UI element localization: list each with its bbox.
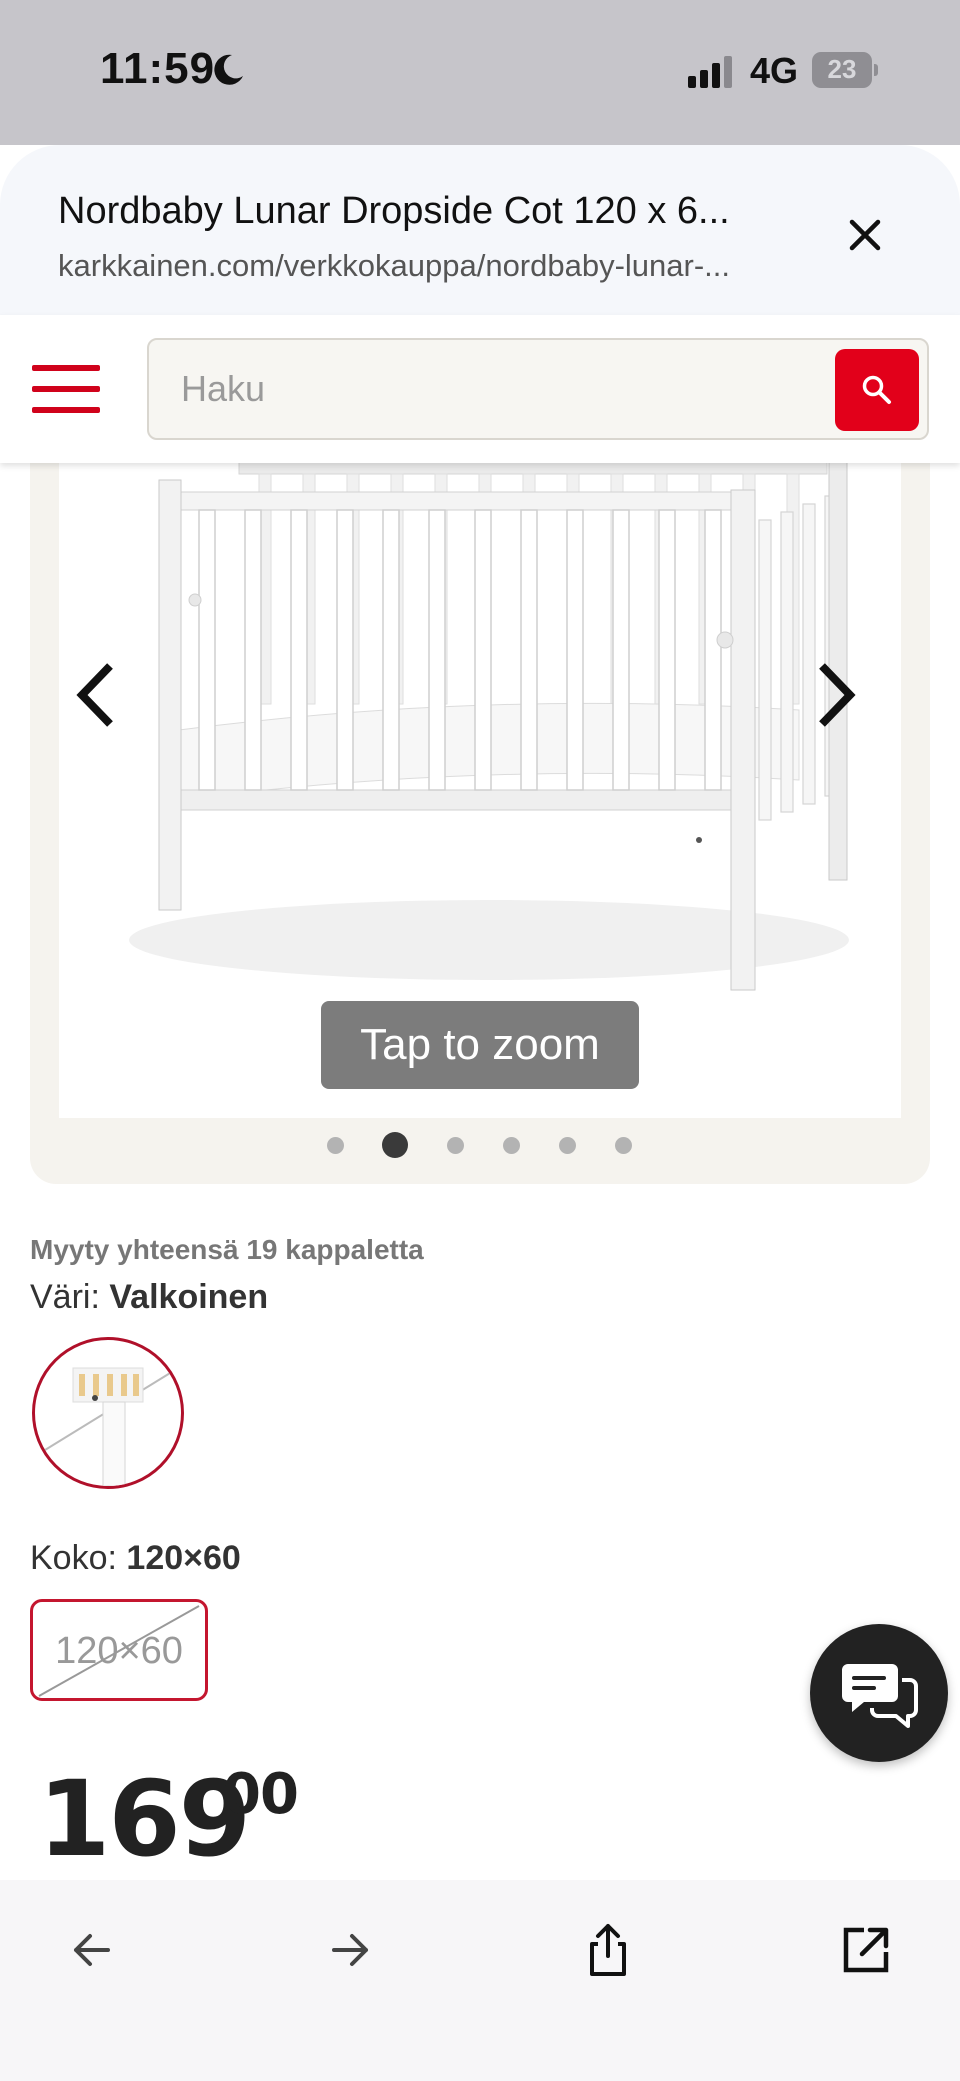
size-option-button[interactable]: 120×60	[30, 1599, 208, 1701]
color-label: Väri:	[30, 1278, 100, 1316]
moon-icon	[214, 54, 243, 85]
page-url[interactable]: karkkainen.com/verkkokauppa/nordbaby-lun…	[58, 248, 788, 284]
previous-image-arrow-icon[interactable]	[72, 660, 122, 730]
size-value: 120×60	[126, 1539, 241, 1577]
site-header	[0, 315, 960, 463]
gallery-dot[interactable]	[615, 1137, 632, 1154]
search-icon	[862, 375, 891, 404]
gallery-dot-active[interactable]	[382, 1132, 408, 1158]
search-bar	[147, 338, 929, 440]
color-swatch-white[interactable]	[32, 1337, 184, 1489]
arrow-right-icon[interactable]	[320, 1920, 380, 1980]
next-image-arrow-icon[interactable]	[810, 660, 860, 730]
size-selection-label: Koko: 120×60	[30, 1539, 241, 1578]
unavailable-strike-line	[38, 1605, 200, 1697]
open-external-icon[interactable]	[836, 1920, 896, 1980]
hamburger-menu-icon[interactable]	[32, 365, 100, 413]
arrow-left-icon[interactable]	[62, 1920, 122, 1980]
chat-icon	[842, 1664, 918, 1728]
share-icon[interactable]	[578, 1920, 638, 1980]
color-selection-label: Väri: Valkoinen	[30, 1278, 268, 1317]
gallery-pagination-dots	[0, 1130, 960, 1160]
price-cents: 00	[222, 1762, 299, 1827]
gallery-dot[interactable]	[503, 1137, 520, 1154]
gallery-dot[interactable]	[447, 1137, 464, 1154]
page-title: Nordbaby Lunar Dropside Cot 120 x 6...	[58, 190, 730, 232]
crib-thumbnail	[44, 1367, 176, 1486]
battery-icon: 23	[812, 52, 878, 88]
network-type: 4G	[750, 50, 799, 91]
cellular-signal-icon	[688, 56, 732, 88]
color-value: Valkoinen	[109, 1278, 269, 1316]
sold-count: Myyty yhteensä 19 kappaletta	[30, 1234, 424, 1265]
gallery-dot[interactable]	[559, 1137, 576, 1154]
status-bar: 11:59 4G 23	[0, 0, 960, 145]
size-label: Koko:	[30, 1539, 117, 1577]
browser-toolbar	[0, 1880, 960, 2081]
tap-to-zoom-hint[interactable]: Tap to zoom	[321, 1001, 639, 1089]
chat-button[interactable]	[810, 1624, 948, 1762]
search-input[interactable]	[181, 364, 781, 414]
status-time: 11:59	[100, 44, 216, 93]
battery-level: 23	[827, 54, 857, 84]
search-button[interactable]	[835, 349, 919, 431]
price-whole: 169	[38, 1758, 251, 1880]
gallery-dot[interactable]	[327, 1137, 344, 1154]
close-icon[interactable]	[842, 212, 888, 258]
